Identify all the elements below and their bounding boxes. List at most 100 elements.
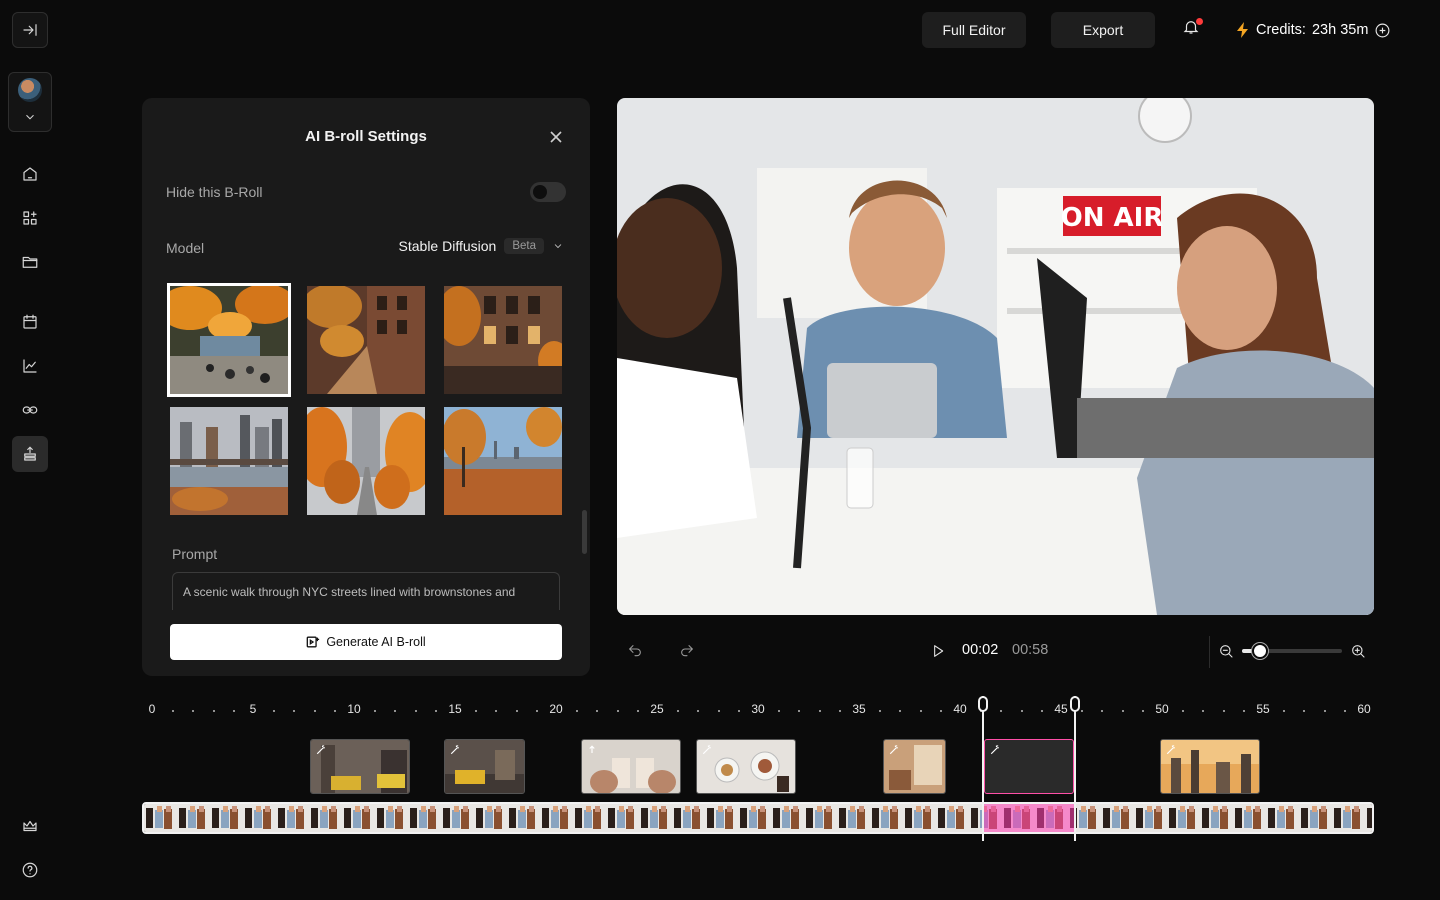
track-frame-part bbox=[740, 808, 747, 828]
ruler-tick-dot bbox=[172, 710, 175, 712]
ruler-tick-dot bbox=[798, 710, 801, 712]
ruler-tick-dot bbox=[273, 710, 276, 712]
track-frame-part bbox=[1081, 806, 1086, 812]
ruler-tick-dot bbox=[899, 710, 902, 712]
zoom-slider[interactable] bbox=[1242, 643, 1342, 659]
zoom-in-button[interactable] bbox=[1350, 643, 1368, 661]
track-frame-part bbox=[1301, 808, 1308, 828]
full-editor-button[interactable]: Full Editor bbox=[922, 12, 1026, 48]
track-frame-part bbox=[749, 810, 757, 828]
range-start-handle[interactable] bbox=[978, 696, 988, 841]
add-credits-icon[interactable] bbox=[1374, 22, 1391, 39]
links-button[interactable] bbox=[12, 392, 48, 428]
notifications-button[interactable] bbox=[1182, 18, 1206, 42]
timeline-ruler[interactable]: 0 5 10 15 20 25 30 35 40 45 50 55 60 bbox=[142, 700, 1374, 720]
track-frame-part bbox=[443, 808, 450, 828]
ruler-tick-dot bbox=[475, 710, 478, 712]
track-frame-part bbox=[1103, 808, 1110, 828]
bridge-skyline-image bbox=[170, 407, 288, 515]
ruler-tick-dot bbox=[1141, 710, 1144, 712]
broll-clip[interactable] bbox=[581, 739, 681, 794]
zoom-slider-handle[interactable] bbox=[1252, 643, 1268, 659]
ruler-tick-dot bbox=[1303, 710, 1306, 712]
track-frame-part bbox=[155, 810, 163, 828]
broll-clip[interactable] bbox=[310, 739, 410, 794]
close-button[interactable] bbox=[550, 130, 566, 146]
export-button[interactable]: Export bbox=[1051, 12, 1155, 48]
brownstone-street-image bbox=[307, 286, 425, 394]
track-frame-part bbox=[278, 808, 285, 828]
track-frame-part bbox=[806, 808, 813, 828]
apps-icon bbox=[23, 211, 37, 225]
ruler-tick-dot bbox=[535, 710, 538, 712]
prompt-input[interactable]: A scenic walk through NYC streets lined … bbox=[172, 572, 560, 610]
zoom-out-button[interactable] bbox=[1218, 643, 1236, 661]
bolt-icon bbox=[1237, 22, 1248, 38]
play-button[interactable] bbox=[930, 643, 948, 661]
track-frame-part bbox=[1211, 810, 1219, 828]
broll-thumbnail[interactable] bbox=[307, 286, 425, 394]
ruler-tick-dot bbox=[1101, 710, 1104, 712]
broll-thumbnail[interactable] bbox=[307, 407, 425, 515]
ruler-tick-dot bbox=[293, 710, 296, 712]
redo-button[interactable] bbox=[679, 643, 697, 661]
track-frame-part bbox=[212, 808, 219, 828]
generate-icon bbox=[306, 636, 320, 648]
track-frame-part bbox=[1367, 808, 1372, 828]
ruler-tick-dot bbox=[394, 710, 397, 712]
undo-button[interactable] bbox=[627, 643, 645, 661]
range-handle-knob[interactable] bbox=[978, 696, 988, 712]
model-select[interactable]: Stable Diffusion Beta bbox=[399, 238, 564, 254]
video-preview[interactable]: ON AIR bbox=[617, 98, 1374, 615]
calendar-button[interactable] bbox=[12, 304, 48, 340]
ruler-tick-dot bbox=[1182, 710, 1185, 712]
track-frame-part bbox=[848, 810, 856, 828]
upload-stack-icon bbox=[24, 446, 36, 461]
track-frame-part bbox=[496, 806, 501, 812]
ruler-tick-label: 50 bbox=[1155, 702, 1169, 716]
track-frame-part bbox=[925, 806, 930, 812]
broll-thumbnail[interactable] bbox=[167, 283, 291, 397]
analytics-button[interactable] bbox=[12, 348, 48, 384]
track-frame-part bbox=[595, 806, 600, 812]
broll-button[interactable] bbox=[12, 436, 48, 472]
video-track[interactable] bbox=[142, 802, 1374, 834]
apps-button[interactable] bbox=[12, 200, 48, 236]
broll-clip-selected[interactable] bbox=[984, 739, 1074, 794]
account-switcher[interactable] bbox=[8, 72, 52, 132]
generate-broll-button[interactable]: Generate AI B-roll bbox=[170, 624, 562, 660]
zoom-in-icon bbox=[1352, 645, 1365, 658]
panel-scrollbar[interactable] bbox=[582, 510, 587, 554]
track-frame-part bbox=[773, 808, 780, 828]
broll-thumbnail[interactable] bbox=[444, 407, 562, 515]
beta-badge: Beta bbox=[504, 238, 544, 254]
help-button[interactable] bbox=[12, 852, 48, 888]
expand-sidebar-button[interactable] bbox=[12, 12, 48, 48]
folder-button[interactable] bbox=[12, 244, 48, 280]
track-frame-part bbox=[1169, 808, 1176, 828]
track-frame-part bbox=[1343, 810, 1351, 828]
ruler-tick-dot bbox=[212, 710, 215, 712]
track-frame-part bbox=[1156, 806, 1161, 812]
ruler-tick-dot bbox=[939, 710, 942, 712]
home-button[interactable] bbox=[12, 156, 48, 192]
track-frame-part bbox=[1255, 806, 1260, 812]
ruler-tick-dot bbox=[1202, 710, 1205, 712]
hide-broll-toggle[interactable] bbox=[530, 182, 566, 202]
broll-thumbnail[interactable] bbox=[444, 286, 562, 394]
range-handle-knob[interactable] bbox=[1070, 696, 1080, 712]
track-frame-part bbox=[619, 806, 624, 812]
ruler-tick-label: 30 bbox=[751, 702, 765, 716]
broll-clip[interactable] bbox=[444, 739, 525, 794]
track-frame-part bbox=[542, 808, 549, 828]
broll-thumbnail[interactable] bbox=[170, 407, 288, 515]
track-frame-part bbox=[628, 806, 633, 812]
track-frame-part bbox=[1123, 806, 1128, 812]
track-frame-part bbox=[1147, 806, 1152, 812]
broll-clip[interactable] bbox=[883, 739, 946, 794]
broll-clip[interactable] bbox=[1160, 739, 1260, 794]
upgrade-button[interactable] bbox=[12, 808, 48, 844]
range-end-handle[interactable] bbox=[1070, 696, 1080, 841]
broll-clip[interactable] bbox=[696, 739, 796, 794]
track-frame-part bbox=[707, 808, 714, 828]
